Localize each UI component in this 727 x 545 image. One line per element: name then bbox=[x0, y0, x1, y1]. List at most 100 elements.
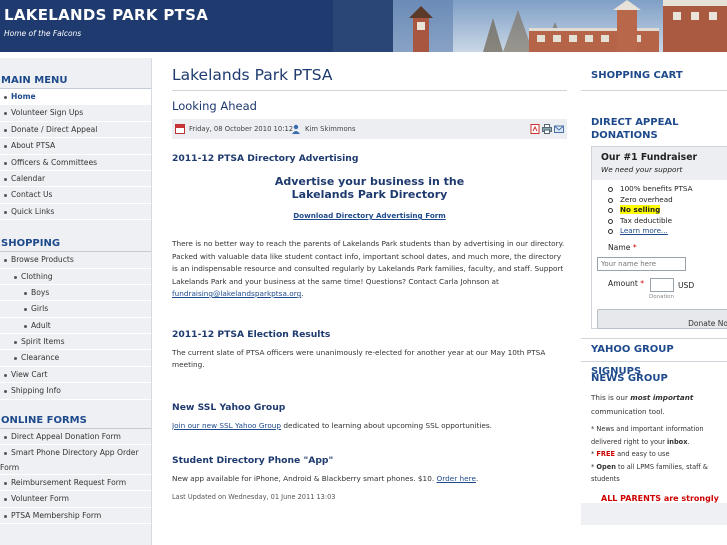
news-intro-em: most important bbox=[630, 393, 694, 402]
author-icon bbox=[292, 124, 300, 134]
menu-item-clothing[interactable]: Clothing bbox=[0, 269, 151, 285]
fundraising-email-link[interactable]: fundraising@lakelandsparkptsa.org bbox=[172, 289, 301, 298]
site-tagline: Home of the Falcons bbox=[4, 29, 82, 38]
email-icon[interactable] bbox=[554, 124, 564, 134]
article-title[interactable]: Looking Ahead bbox=[172, 99, 567, 116]
pdf-icon[interactable] bbox=[530, 124, 540, 134]
bullet-learn-more: Learn more... bbox=[608, 226, 727, 237]
menu-item-officers-committees[interactable]: Officers & Committees bbox=[0, 155, 151, 171]
news-feature-2: * FREE and easy to use bbox=[591, 448, 727, 461]
bullet-tax: Tax deductible bbox=[608, 216, 727, 227]
article-meta-bar: Friday, 08 October 2010 10:12 Kim Skimmo… bbox=[172, 119, 567, 139]
menu-item-home[interactable]: Home bbox=[0, 89, 151, 106]
yahoo-body: Join our new SSL Yahoo Group dedicated t… bbox=[172, 420, 567, 433]
menu-item-calendar[interactable]: Calendar bbox=[0, 171, 151, 188]
directory-heading: 2011-12 PTSA Directory Advertising bbox=[172, 153, 359, 164]
advertise-headline-line1: Advertise your business in the bbox=[274, 175, 465, 188]
news-intro-2: communication tool. bbox=[591, 406, 665, 416]
news-feature-3-rest: to all LPMS families, staff & bbox=[615, 462, 708, 471]
last-updated: Last Updated on Wednesday, 01 June 2011 … bbox=[172, 492, 336, 501]
menu-item-clearance[interactable]: Clearance bbox=[0, 350, 151, 367]
direct-appeal-title-line2: DONATIONS bbox=[591, 129, 658, 141]
menu-item-about-ptsa[interactable]: About PTSA bbox=[0, 138, 151, 155]
yahoo-heading: New SSL Yahoo Group bbox=[172, 401, 286, 413]
news-feature-1b-end: . bbox=[687, 437, 690, 446]
donation-note: Donation bbox=[649, 294, 674, 300]
menu-item-browse-products[interactable]: Browse Products bbox=[0, 252, 151, 269]
order-here-link[interactable]: Order here bbox=[436, 474, 476, 483]
menu-item-volunteer-sign-ups[interactable]: Volunteer Sign Ups bbox=[0, 105, 151, 122]
menu-item-membership-form[interactable]: PTSA Membership Form bbox=[0, 508, 151, 525]
main-menu-title: MAIN MENU bbox=[0, 72, 151, 89]
news-intro: This is our most important communication… bbox=[581, 391, 727, 418]
news-features: * News and important information deliver… bbox=[581, 423, 727, 486]
print-icon[interactable] bbox=[542, 124, 552, 134]
left-sidebar: MAIN MENU Home Volunteer Sign Ups Donate… bbox=[0, 58, 152, 545]
news-inbox: inbox bbox=[667, 437, 688, 446]
directory-body-end: . bbox=[301, 289, 304, 298]
menu-item-shipping-info[interactable]: Shipping Info bbox=[0, 383, 151, 400]
menu-item-reimbursement-form[interactable]: Reimbursement Request Form bbox=[0, 475, 151, 492]
bullet-no-selling: No selling bbox=[608, 205, 727, 216]
shopping-cart-title: SHOPPING CART bbox=[581, 69, 727, 91]
site-title[interactable]: LAKELANDS PARK PTSA bbox=[4, 6, 208, 24]
app-body-text: New app available for iPhone, Android & … bbox=[172, 474, 437, 483]
menu-item-contact-us[interactable]: Contact Us bbox=[0, 187, 151, 204]
menu-item-boys[interactable]: Boys bbox=[0, 285, 151, 302]
menu-item-quick-links[interactable]: Quick Links bbox=[0, 204, 151, 221]
donate-now-button[interactable]: Donate No bbox=[597, 309, 727, 329]
article-date: Friday, 08 October 2010 10:12 bbox=[189, 125, 294, 133]
menu-item-girls[interactable]: Girls bbox=[0, 301, 151, 318]
advertise-headline: Advertise your business in the Lakelands… bbox=[172, 175, 567, 201]
news-feature-1: * News and important information bbox=[591, 425, 704, 433]
fundraiser-header: Our #1 Fundraiser We need your support bbox=[592, 147, 727, 180]
yahoo-body-text: dedicated to learning about upcoming SSL… bbox=[281, 420, 492, 430]
directory-body: There is no better way to reach the pare… bbox=[172, 238, 567, 301]
currency-label: USD bbox=[678, 281, 695, 290]
app-heading: Student Directory Phone "App" bbox=[172, 455, 334, 466]
name-label: Name * bbox=[608, 243, 637, 252]
news-feature-3b: students bbox=[591, 475, 620, 483]
download-advertising-form-link[interactable]: Download Directory Advertising Form bbox=[172, 211, 567, 220]
news-open: Open bbox=[596, 462, 616, 471]
menu-item-donate[interactable]: Donate / Direct Appeal bbox=[0, 122, 151, 139]
news-intro-1: This is our bbox=[591, 393, 631, 402]
calendar-icon bbox=[175, 124, 185, 134]
advertise-headline-line2: Lakelands Park Directory bbox=[291, 187, 448, 201]
direct-appeal-title-line1: DIRECT APPEAL bbox=[591, 117, 679, 128]
page-title: Lakelands Park PTSA bbox=[172, 58, 567, 91]
donation-amount-input[interactable] bbox=[650, 278, 674, 292]
fundraiser-subtitle: We need your support bbox=[601, 165, 683, 174]
yahoo-group-link[interactable]: Join our new SSL Yahoo Group bbox=[172, 421, 281, 430]
menu-item-view-cart[interactable]: View Cart bbox=[0, 367, 151, 384]
directory-body-text: There is no better way to reach the pare… bbox=[172, 239, 565, 286]
site-header: LAKELANDS PARK PTSA Home of the Falcons bbox=[0, 0, 727, 52]
menu-item-volunteer-form[interactable]: Volunteer Form bbox=[0, 491, 151, 508]
learn-more-link[interactable]: Learn more... bbox=[620, 226, 668, 235]
online-forms-menu: ONLINE FORMS Direct Appeal Donation Form… bbox=[0, 412, 151, 525]
direct-appeal-title: DIRECT APPEAL DONATIONS bbox=[581, 117, 727, 146]
main-menu: MAIN MENU Home Volunteer Sign Ups Donate… bbox=[0, 72, 151, 221]
menu-item-adult[interactable]: Adult bbox=[0, 318, 151, 335]
election-heading: 2011-12 PTSA Election Results bbox=[172, 328, 331, 340]
news-feature-1b-text: delivered right to your bbox=[591, 437, 667, 446]
main-content: Lakelands Park PTSA Looking Ahead Friday… bbox=[172, 58, 567, 545]
required-star-amount: * bbox=[640, 279, 645, 288]
right-sidebar: SHOPPING CART DIRECT APPEAL DONATIONS Ou… bbox=[581, 58, 727, 545]
amount-label: Amount * bbox=[608, 279, 644, 288]
news-feature-3: * Open to all LPMS families, staff & bbox=[591, 461, 727, 474]
menu-item-spirit-items[interactable]: Spirit Items bbox=[0, 334, 151, 351]
news-feature-1b: delivered right to your inbox. bbox=[591, 436, 727, 449]
donor-name-input[interactable] bbox=[597, 257, 686, 271]
yahoo-signups-title[interactable]: YAHOO GROUP SIGNUPS bbox=[581, 338, 727, 377]
menu-item-direct-appeal-form[interactable]: Direct Appeal Donation Form bbox=[0, 429, 151, 446]
bullet-overhead: Zero overhead bbox=[608, 195, 727, 206]
bullet-benefits: 100% benefits PTSA bbox=[608, 184, 727, 195]
name-label-text: Name bbox=[608, 243, 631, 252]
election-body: The current slate of PTSA officers were … bbox=[172, 347, 546, 370]
app-body-end: . bbox=[475, 474, 479, 483]
fundraiser-bullets: 100% benefits PTSA Zero overhead No sell… bbox=[608, 184, 727, 237]
menu-item-smart-phone-app-form[interactable]: Smart Phone Directory App Order Form bbox=[0, 445, 151, 476]
news-group-box: NEWS GROUP This is our most important co… bbox=[581, 365, 727, 525]
app-body: New app available for iPhone, Android & … bbox=[172, 473, 567, 486]
